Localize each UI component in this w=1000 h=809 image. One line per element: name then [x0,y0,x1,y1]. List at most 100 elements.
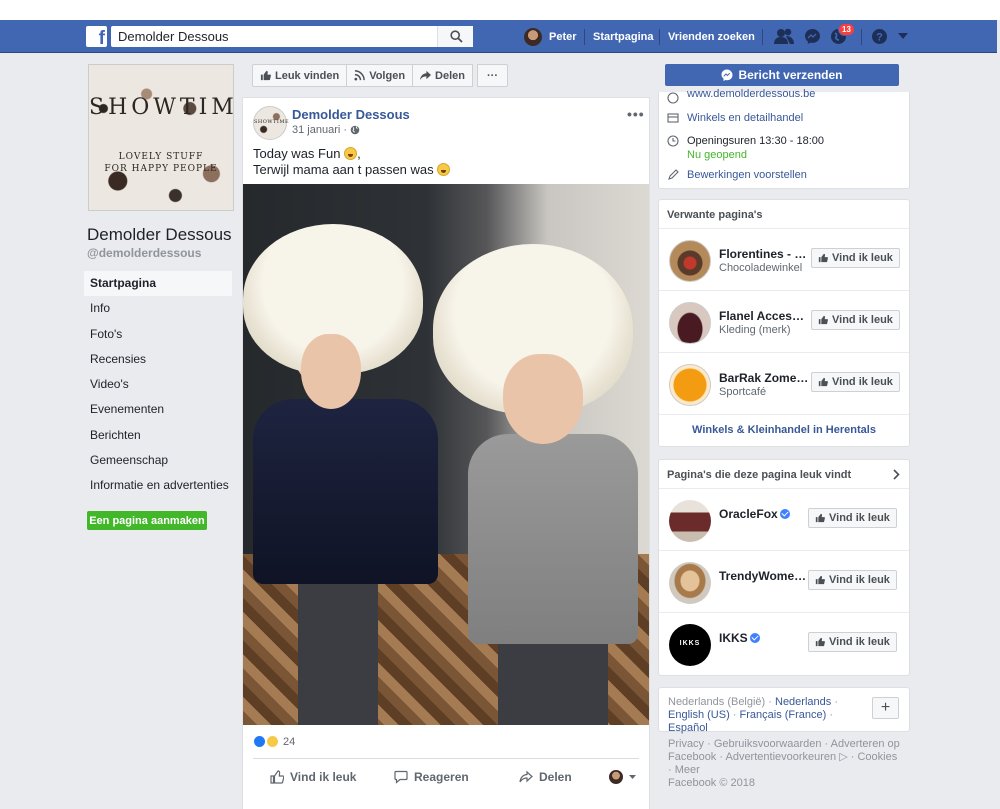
send-message-label: Bericht verzenden [738,68,843,82]
liked-page-like-button[interactable]: Vind ik leuk [808,508,897,528]
profile-link[interactable] [524,27,542,47]
sidebar-item-photos[interactable]: Foto's [84,322,234,347]
friend-requests-icon[interactable] [774,28,794,45]
sidebar-item-startpagina[interactable]: Startpagina [84,271,234,297]
footer-link[interactable]: Gebruiksvoorwaarden [714,738,822,750]
liked-page-avatar[interactable]: IKKS [669,624,711,666]
grinning-emoji-icon [344,147,358,160]
liked-page-like-button[interactable]: Vind ik leuk [808,570,897,590]
like-page-button[interactable]: Leuk vinden [252,64,348,87]
create-page-button[interactable]: Een pagina aanmaken [87,511,207,530]
help-icon[interactable]: ? [871,28,888,45]
page-handle[interactable]: @demolderdessous [87,246,201,260]
reaction-count: 24 [283,735,296,748]
divider [659,29,660,45]
facebook-logo-icon[interactable]: f [86,26,107,49]
page-profile-picture[interactable]: SHOWTIME LOVELY STUFF FOR HAPPY PEOPLE [88,64,234,211]
post-author-link[interactable]: Demolder Dessous [292,107,410,122]
related-page-like-button[interactable]: Vind ik leuk [811,248,900,268]
thumbs-up-icon [270,770,284,784]
messenger-icon[interactable] [804,28,821,45]
verified-badge-icon [779,509,790,519]
feed-post: SHOWTIME Demolder Dessous 31 januari · •… [242,97,650,809]
related-page-name[interactable]: BarRak Zomer... [719,371,809,385]
language-link[interactable]: Español [668,722,708,734]
search-input[interactable] [111,26,431,47]
post-options-button[interactable]: ••• [627,106,645,122]
related-page-category: Kleding (merk) [719,324,791,336]
footer-link[interactable]: Cookies [857,751,897,763]
related-pages-title: Verwante pagina's [667,209,763,221]
see-more-related-link[interactable]: Winkels & Kleinhandel in Herentals [659,424,909,436]
related-page-like-button[interactable]: Vind ik leuk [811,310,900,330]
like-reaction-icon [253,735,266,748]
rss-icon [354,70,366,81]
winking-tongue-emoji-icon [437,163,451,176]
language-link[interactable]: Français (France) [740,709,827,721]
related-pages-card: Verwante pagina's Florentines - Bi... Ch… [658,199,910,447]
liked-page-name[interactable]: IKKS [719,631,809,645]
send-message-button[interactable]: Bericht verzenden [665,64,899,86]
share-page-button[interactable]: Delen [412,64,474,87]
search-button[interactable] [437,26,473,47]
post-line-text: Today was Fun [253,146,341,161]
post-timestamp[interactable]: 31 januari · [292,124,360,136]
post-as-selector[interactable] [609,770,636,784]
profile-name-link[interactable]: Peter [549,31,577,43]
liked-page-name[interactable]: TrendyWomen... [719,569,809,583]
thumbs-up-icon [818,377,828,387]
post-photo[interactable] [243,184,649,725]
messenger-icon [721,69,733,81]
photo-figure [253,399,438,584]
sidebar-item-info-ads[interactable]: Informatie en advertenties [84,473,234,498]
related-page-category[interactable]: Sportcafé [719,386,766,398]
post-comment-button[interactable]: Reageren [394,770,469,784]
sidebar-item-reviews[interactable]: Recensies [84,347,234,372]
related-page-name[interactable]: Florentines - Bi... [719,247,809,261]
suggest-edits-link[interactable]: Bewerkingen voorstellen [687,169,807,181]
liked-page-like-button[interactable]: Vind ik leuk [808,632,897,652]
post-line: Terwijl mama aan t passen was [253,162,451,178]
language-link[interactable]: English (US) [668,709,730,721]
related-page-avatar[interactable] [669,240,711,282]
add-language-button[interactable]: + [872,697,899,719]
related-page-name[interactable]: Flanel Accesso... [719,309,809,323]
home-link[interactable]: Startpagina [593,31,654,43]
find-friends-link[interactable]: Vrienden zoeken [668,31,755,43]
liked-page-name[interactable]: OracleFox [719,507,809,521]
chevron-down-icon[interactable] [898,33,908,39]
search-box[interactable] [111,26,473,47]
sidebar-item-info[interactable]: Info [84,296,234,321]
post-share-button[interactable]: Delen [519,770,572,784]
sidebar-item-videos[interactable]: Video's [84,372,234,397]
hours-info[interactable]: Openingsuren 13:30 - 18:00 Nu geopend [687,135,824,161]
reactions-summary[interactable]: 24 [253,735,295,748]
like-page-label: Leuk vinden [275,69,340,82]
top-margin [0,0,1000,20]
more-options-button[interactable]: ··· [477,64,509,87]
website-row: www.demolderdessous.be [667,88,815,104]
sidebar-item-events[interactable]: Evenementen [84,397,234,422]
list-item: OracleFox Vind ik leuk [659,489,909,551]
footer-link[interactable]: Meer [675,764,700,776]
page-title[interactable]: Demolder Dessous [87,225,232,245]
footer-link[interactable]: Advertentievoorkeuren [725,751,836,763]
post-author-avatar[interactable]: SHOWTIME [253,106,289,140]
sidebar-item-posts[interactable]: Berichten [84,423,234,448]
website-link[interactable]: www.demolderdessous.be [687,88,815,104]
related-page-like-button[interactable]: Vind ik leuk [811,372,900,392]
liked-page-avatar[interactable] [669,500,711,542]
language-link[interactable]: Nederlands [775,696,831,708]
follow-button[interactable]: Volgen [346,64,414,87]
post-like-button[interactable]: Vind ik leuk [270,770,356,784]
footer-link[interactable]: Privacy [668,738,704,750]
chevron-right-icon[interactable] [893,469,900,480]
related-page-avatar[interactable] [669,302,711,344]
sidebar-item-community[interactable]: Gemeenschap [84,448,234,473]
liked-page-avatar[interactable] [669,562,711,604]
liked-pages-title[interactable]: Pagina's die deze pagina leuk vindt [667,469,851,481]
category-link[interactable]: Winkels en detailhandel [687,112,803,124]
divider [584,29,585,45]
clock-icon [667,135,679,147]
related-page-avatar[interactable] [669,364,711,406]
